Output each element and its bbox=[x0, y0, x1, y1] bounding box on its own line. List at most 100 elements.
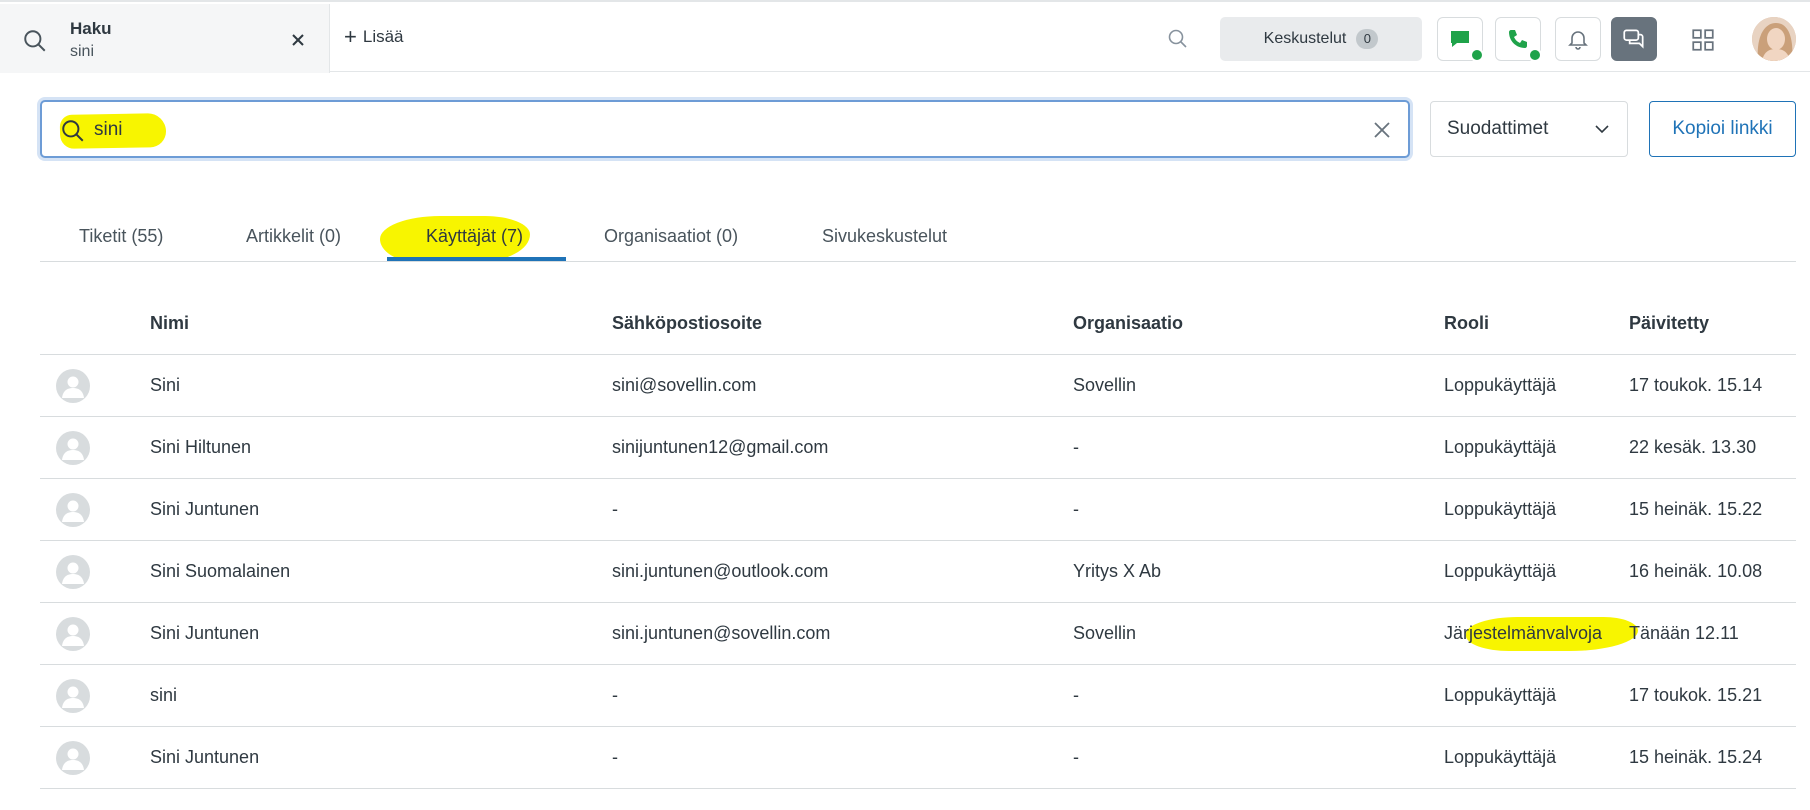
user-updated: 17 toukok. 15.14 bbox=[1629, 375, 1763, 395]
close-icon bbox=[1374, 122, 1390, 138]
user-name[interactable]: Sini Juntunen bbox=[150, 623, 259, 644]
user-name[interactable]: Sini Suomalainen bbox=[150, 561, 290, 582]
user-updated: Tänään 12.11 bbox=[1629, 623, 1739, 643]
user-photo bbox=[1752, 17, 1796, 61]
search-field[interactable] bbox=[40, 100, 1410, 158]
user-updated: 15 heinäk. 15.22 bbox=[1629, 499, 1763, 519]
top-bar: Haku sini + Lisää Keskustelut 0 bbox=[0, 0, 1810, 73]
default-avatar-icon bbox=[62, 748, 84, 770]
user-email: sinijuntunen12@gmail.com bbox=[612, 437, 829, 457]
tab-side-conversations[interactable]: Sivukeskustelut bbox=[822, 226, 947, 247]
default-avatar-icon bbox=[62, 376, 84, 398]
chat-status-button[interactable] bbox=[1437, 17, 1484, 62]
user-role: Loppukäyttäjä bbox=[1444, 437, 1557, 457]
user-name[interactable]: Sini bbox=[150, 375, 180, 396]
online-status-dot bbox=[1470, 48, 1484, 62]
table-row[interactable]: Sini Hiltunen sinijuntunen12@gmail.com - Lo… bbox=[40, 417, 1796, 479]
avatar bbox=[56, 741, 90, 775]
table-row[interactable]: Sini Juntunen - - Loppukäyttäjä 15 heinäk. 1… bbox=[40, 727, 1796, 789]
user-role: Järjestelmänvalvoja bbox=[1444, 623, 1603, 643]
search-tab[interactable]: Haku sini bbox=[0, 4, 330, 73]
user-email: sini.juntunen@sovellin.com bbox=[612, 623, 831, 643]
online-status-dot bbox=[1528, 48, 1542, 62]
user-email: - bbox=[612, 499, 618, 519]
users-table: Nimi Sähköpostiosoite Organisaatio Rooli… bbox=[40, 293, 1796, 789]
tab-tickets[interactable]: Tiketit (55) bbox=[79, 226, 163, 247]
column-header-role[interactable]: Rooli bbox=[1444, 313, 1489, 334]
default-avatar-icon bbox=[62, 562, 84, 584]
user-organization: Yritys X Ab bbox=[1073, 561, 1162, 581]
user-organization: Sovellin bbox=[1073, 623, 1137, 643]
search-icon bbox=[62, 120, 84, 142]
search-icon bbox=[24, 30, 46, 52]
chat-icon bbox=[1451, 31, 1469, 47]
user-email: sini@sovellin.com bbox=[612, 375, 757, 395]
avatar bbox=[56, 555, 90, 589]
user-organization: - bbox=[1073, 685, 1079, 705]
avatar bbox=[56, 493, 90, 527]
apps-grid-icon[interactable] bbox=[1690, 27, 1716, 53]
user-email: - bbox=[612, 747, 618, 767]
avatar bbox=[56, 617, 90, 651]
user-name[interactable]: Sini Juntunen bbox=[150, 747, 259, 768]
user-organization: - bbox=[1073, 499, 1079, 519]
filters-dropdown[interactable]: Suodattimet bbox=[1430, 101, 1628, 157]
user-name[interactable]: sini bbox=[150, 685, 177, 706]
conversations-button[interactable]: Keskustelut 0 bbox=[1220, 17, 1422, 61]
table-row[interactable]: sini - - Loppukäyttäjä 17 toukok. 15.21 bbox=[40, 665, 1796, 727]
bell-icon bbox=[1568, 31, 1588, 50]
plus-icon: + bbox=[344, 24, 357, 49]
copy-link-button[interactable]: Kopioi linkki bbox=[1649, 101, 1796, 157]
conversations-label: Keskustelut bbox=[1263, 30, 1347, 47]
search-input[interactable] bbox=[94, 114, 1294, 146]
user-organization: Sovellin bbox=[1073, 375, 1137, 395]
user-organization: - bbox=[1073, 747, 1079, 767]
conversations-panel-button[interactable] bbox=[1611, 17, 1657, 61]
user-organization: - bbox=[1073, 437, 1079, 457]
global-search-icon[interactable] bbox=[1166, 27, 1190, 51]
notifications-button[interactable] bbox=[1555, 17, 1601, 61]
default-avatar-icon bbox=[62, 500, 84, 522]
default-avatar-icon bbox=[62, 686, 84, 708]
result-tabs: Tiketit (55) Artikkelit (0) Käyttäjät (7… bbox=[40, 210, 1796, 262]
conversations-count-badge: 0 bbox=[1356, 29, 1379, 49]
column-header-name[interactable]: Nimi bbox=[150, 313, 189, 334]
user-avatar[interactable] bbox=[1752, 17, 1796, 61]
table-row[interactable]: Sini Suomalainen sini.juntunen@outlook.co… bbox=[40, 541, 1796, 603]
avatar bbox=[56, 431, 90, 465]
add-tab-button[interactable]: + Lisää bbox=[344, 26, 404, 48]
tab-organizations[interactable]: Organisaatiot (0) bbox=[604, 226, 738, 247]
table-row[interactable]: Sini Juntunen - - Loppukäyttäjä 15 heinäk. 1… bbox=[40, 479, 1796, 541]
avatar bbox=[56, 369, 90, 403]
active-tab-indicator bbox=[387, 257, 566, 261]
default-avatar-icon bbox=[62, 438, 84, 460]
user-email: sini.juntunen@outlook.com bbox=[612, 561, 829, 581]
default-avatar-icon bbox=[62, 624, 84, 646]
user-role: Loppukäyttäjä bbox=[1444, 375, 1557, 395]
phone-icon bbox=[1509, 30, 1527, 48]
close-tab-button[interactable] bbox=[286, 28, 310, 52]
add-tab-label: Lisää bbox=[362, 27, 404, 46]
user-updated: 16 heinäk. 10.08 bbox=[1629, 561, 1763, 581]
user-updated: 15 heinäk. 15.24 bbox=[1629, 747, 1763, 767]
phone-status-button[interactable] bbox=[1495, 17, 1542, 62]
table-header: Nimi Sähköpostiosoite Organisaatio Rooli… bbox=[40, 293, 1796, 355]
filters-label: Suodattimet bbox=[1447, 118, 1549, 139]
user-name[interactable]: Sini Hiltunen bbox=[150, 437, 251, 458]
user-role: Loppukäyttäjä bbox=[1444, 747, 1557, 767]
clear-search-button[interactable] bbox=[1370, 118, 1394, 142]
tab-users[interactable]: Käyttäjät (7) bbox=[426, 226, 523, 247]
tab-articles[interactable]: Artikkelit (0) bbox=[246, 226, 341, 247]
chevron-down-icon bbox=[1595, 125, 1609, 134]
column-header-organization[interactable]: Organisaatio bbox=[1073, 313, 1183, 334]
column-header-email[interactable]: Sähköpostiosoite bbox=[612, 313, 762, 334]
user-updated: 17 toukok. 15.21 bbox=[1629, 685, 1763, 705]
column-header-updated[interactable]: Päivitetty bbox=[1629, 313, 1709, 334]
tab-subtitle: sini bbox=[70, 43, 95, 60]
user-name[interactable]: Sini Juntunen bbox=[150, 499, 259, 520]
table-row[interactable]: Sini Juntunen sini.juntunen@sovellin.com S… bbox=[40, 603, 1796, 665]
table-row[interactable]: Sini sini@sovellin.com Sovellin Loppukäyttä… bbox=[40, 355, 1796, 417]
avatar bbox=[56, 679, 90, 713]
user-role: Loppukäyttäjä bbox=[1444, 561, 1557, 581]
conversation-icon bbox=[1623, 29, 1644, 49]
